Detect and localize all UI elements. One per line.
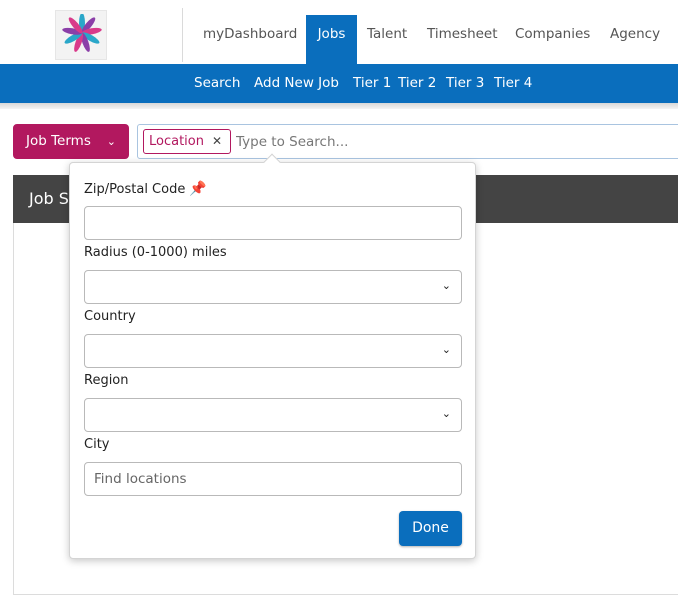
nav-item-mydashboard[interactable]: myDashboard: [203, 15, 297, 64]
zip-label-row: Zip/Postal Code 📌: [84, 181, 207, 197]
nav-item-timesheet[interactable]: Timesheet: [427, 15, 498, 64]
chevron-down-icon: ⌄: [106, 135, 116, 148]
nav-item-companies[interactable]: Companies: [515, 15, 590, 64]
city-label: City: [84, 437, 110, 452]
location-tag-label: Location: [149, 134, 204, 149]
zip-label: Zip/Postal Code: [84, 182, 186, 197]
country-select[interactable]: ⌄: [84, 334, 462, 368]
subnav-item-search[interactable]: Search: [194, 64, 240, 103]
radius-select[interactable]: ⌄: [84, 270, 462, 304]
search-box[interactable]: Location ✕: [137, 124, 678, 159]
subnav-item-add-new-job[interactable]: Add New Job: [254, 64, 339, 103]
zip-field[interactable]: [84, 206, 462, 240]
close-icon[interactable]: ✕: [212, 134, 222, 148]
done-button[interactable]: Done: [399, 511, 462, 546]
country-label: Country: [84, 309, 136, 324]
header-shadow: [0, 103, 678, 109]
radius-label: Radius (0-1000) miles: [84, 245, 227, 260]
location-filter-panel: Zip/Postal Code 📌 Radius (0-1000) miles ⌄…: [69, 153, 476, 559]
location-tag[interactable]: Location ✕: [143, 129, 232, 154]
chevron-down-icon: ⌄: [441, 343, 451, 356]
logo-flower-icon: [62, 14, 102, 52]
subnav-item-tier-1[interactable]: Tier 1: [353, 64, 391, 103]
nav-item-talent[interactable]: Talent: [367, 15, 407, 64]
subnav-item-tier-2[interactable]: Tier 2: [398, 64, 436, 103]
subnav-item-tier-3[interactable]: Tier 3: [446, 64, 484, 103]
nav-item-agency[interactable]: Agency: [610, 15, 660, 64]
job-terms-button[interactable]: Job Terms ⌄: [13, 124, 129, 159]
nav-divider: [182, 8, 183, 62]
top-navbar: myDashboard Jobs Talent Timesheet Compan…: [0, 0, 678, 64]
pushpin-icon[interactable]: 📌: [189, 181, 206, 197]
sub-navbar: Search Add New Job Tier 1 Tier 2 Tier 3 …: [0, 64, 678, 103]
chevron-down-icon: ⌄: [441, 279, 451, 292]
city-field[interactable]: Find locations: [84, 462, 462, 496]
region-label: Region: [84, 373, 129, 388]
region-select[interactable]: ⌄: [84, 398, 462, 432]
subnav-item-tier-4[interactable]: Tier 4: [494, 64, 532, 103]
search-input[interactable]: [236, 130, 536, 154]
chevron-down-icon: ⌄: [441, 407, 451, 420]
job-terms-label: Job Terms: [26, 133, 91, 149]
nav-item-jobs[interactable]: Jobs: [306, 15, 357, 64]
company-logo[interactable]: [55, 10, 107, 60]
